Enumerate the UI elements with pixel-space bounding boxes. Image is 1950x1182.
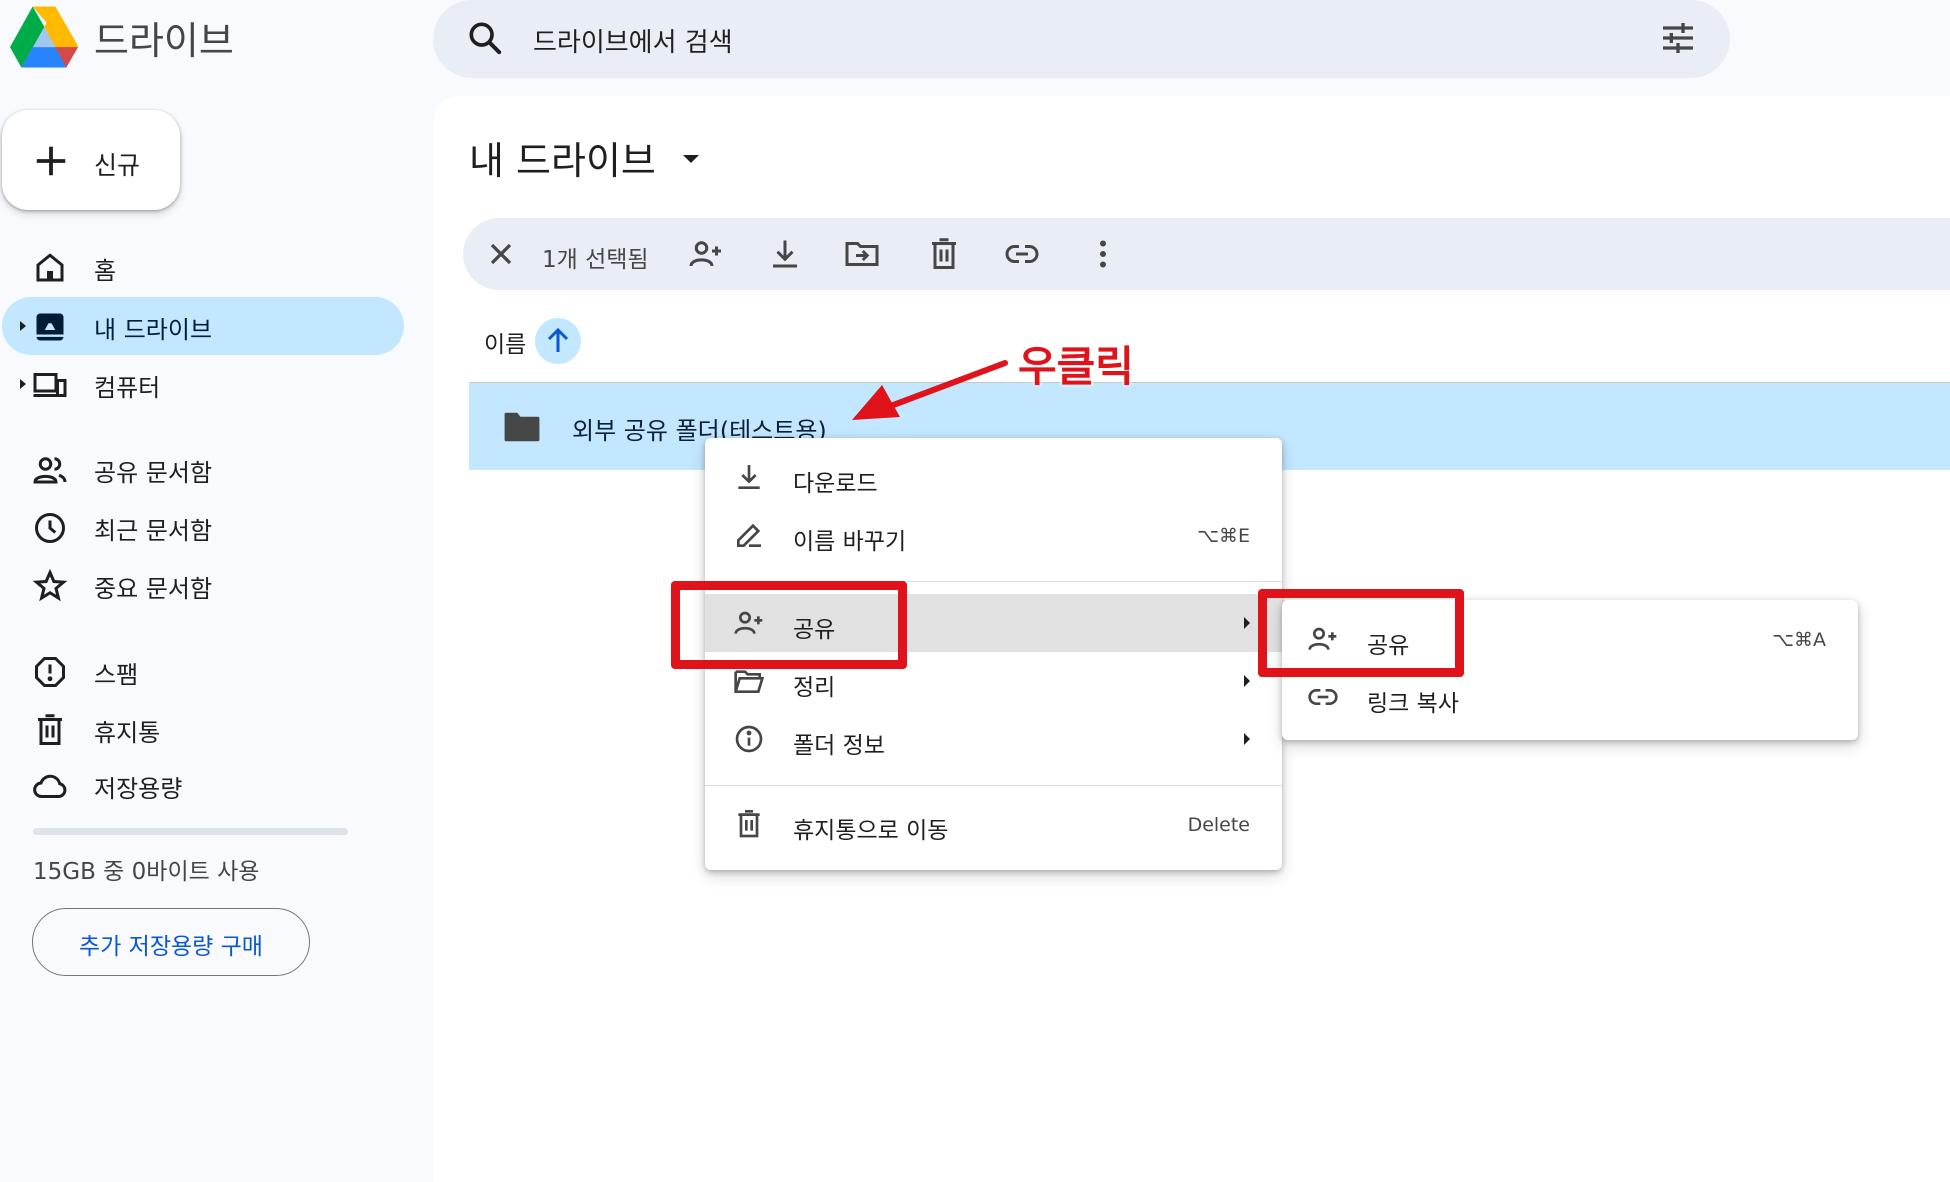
sidebar-item-label: 최근 문서함	[94, 517, 213, 545]
link-icon[interactable]	[1004, 236, 1040, 272]
folder-icon	[504, 412, 540, 442]
cloud-icon	[33, 774, 67, 798]
menu-item-shortcut: Delete	[1187, 814, 1250, 836]
sidebar-item-label: 휴지통	[94, 719, 161, 747]
close-icon[interactable]	[483, 236, 519, 272]
sidebar-item-label: 저장용량	[94, 775, 183, 803]
plus-icon	[36, 146, 66, 176]
submenu-item-label: 링크 복사	[1367, 691, 1459, 717]
submenu-arrow-icon	[1244, 617, 1250, 629]
trash-icon	[738, 810, 760, 838]
search-icon[interactable]	[465, 18, 505, 58]
buy-storage-button[interactable]: 추가 저장용량 구매	[32, 908, 310, 976]
menu-item-label: 다운로드	[793, 471, 878, 497]
buy-storage-label: 추가 저장용량 구매	[79, 934, 263, 960]
new-button-label: 신규	[94, 151, 141, 180]
menu-item-label: 휴지통으로 이동	[793, 818, 949, 844]
menu-item-label: 이름 바꾸기	[793, 529, 907, 555]
highlight-box-submenu-share	[1258, 589, 1464, 677]
link-icon	[1308, 689, 1338, 705]
search-bar[interactable]: 드라이브에서 검색	[433, 0, 1730, 78]
computers-icon	[33, 373, 67, 397]
rename-icon	[737, 523, 761, 547]
selection-toolbar: 1개 선택됨	[463, 218, 1950, 290]
storage-usage-text: 15GB 중 0바이트 사용	[33, 859, 260, 885]
sidebar-item-label: 스팸	[94, 661, 139, 689]
page-title[interactable]: 내 드라이브	[469, 130, 656, 185]
sidebar-item-storage[interactable]: 저장용량	[2, 756, 404, 814]
my-drive-icon	[36, 313, 64, 341]
sidebar-item-trash[interactable]: 휴지통	[2, 700, 404, 758]
menu-item-download[interactable]: 다운로드	[705, 448, 1282, 506]
expand-arrow-icon[interactable]	[18, 319, 28, 333]
menu-item-folder-info[interactable]: 폴더 정보	[705, 710, 1282, 768]
sidebar-item-starred[interactable]: 중요 문서함	[2, 556, 404, 614]
expand-arrow-icon[interactable]	[18, 377, 28, 391]
annotation-label: 우클릭	[1018, 342, 1134, 391]
spam-icon	[35, 657, 65, 687]
google-drive-logo[interactable]	[10, 6, 78, 68]
more-vert-icon[interactable]	[1085, 236, 1121, 272]
highlight-box-share	[671, 581, 907, 669]
storage-progress-bar	[33, 828, 348, 835]
sidebar-item-computers[interactable]: 컴퓨터	[2, 355, 404, 413]
app-title[interactable]: 드라이브	[94, 10, 234, 65]
sidebar-item-spam[interactable]: 스팸	[2, 642, 404, 700]
menu-item-label: 폴더 정보	[793, 733, 885, 759]
annotation-arrow-icon	[852, 360, 1008, 420]
caret-down-icon[interactable]	[680, 152, 702, 166]
home-icon	[36, 253, 64, 282]
trash-icon	[38, 714, 62, 745]
sidebar-item-recent[interactable]: 최근 문서함	[2, 498, 404, 556]
menu-item-move-to-trash[interactable]: 휴지통으로 이동 Delete	[705, 795, 1282, 853]
sidebar-item-label: 홈	[94, 257, 117, 285]
menu-item-shortcut: ⌥⌘E	[1197, 525, 1250, 547]
info-icon	[735, 725, 763, 753]
selection-count: 1개 선택됨	[542, 247, 649, 273]
share-icon[interactable]	[688, 236, 724, 272]
menu-item-rename[interactable]: 이름 바꾸기 ⌥⌘E	[705, 506, 1282, 564]
submenu-arrow-icon	[1244, 675, 1250, 687]
sidebar-item-label: 컴퓨터	[94, 374, 161, 402]
download-icon[interactable]	[767, 236, 803, 272]
star-icon	[32, 568, 68, 602]
move-to-folder-icon[interactable]	[844, 236, 880, 272]
shared-icon	[33, 457, 67, 484]
sidebar-item-label: 내 드라이브	[94, 316, 213, 344]
submenu-arrow-icon	[1244, 733, 1250, 745]
clock-icon	[35, 513, 65, 543]
tune-icon[interactable]	[1658, 18, 1698, 58]
menu-item-label: 정리	[793, 675, 836, 701]
sidebar-item-home[interactable]: 홈	[2, 238, 404, 296]
sidebar-item-label: 공유 문서함	[94, 459, 213, 487]
sort-ascending-icon[interactable]	[535, 318, 581, 364]
sidebar-item-label: 중요 문서함	[94, 575, 213, 603]
submenu-item-shortcut: ⌥⌘A	[1772, 629, 1826, 651]
menu-divider	[705, 785, 1282, 786]
folder-open-icon	[734, 670, 765, 693]
sidebar-item-my-drive[interactable]: 내 드라이브	[2, 297, 404, 355]
trash-icon[interactable]	[926, 236, 962, 272]
new-button[interactable]: 신규	[2, 110, 180, 210]
search-input[interactable]: 드라이브에서 검색	[533, 22, 733, 59]
sidebar-item-shared[interactable]: 공유 문서함	[2, 440, 404, 498]
download-icon	[738, 465, 760, 489]
column-header-name[interactable]: 이름	[484, 325, 526, 359]
